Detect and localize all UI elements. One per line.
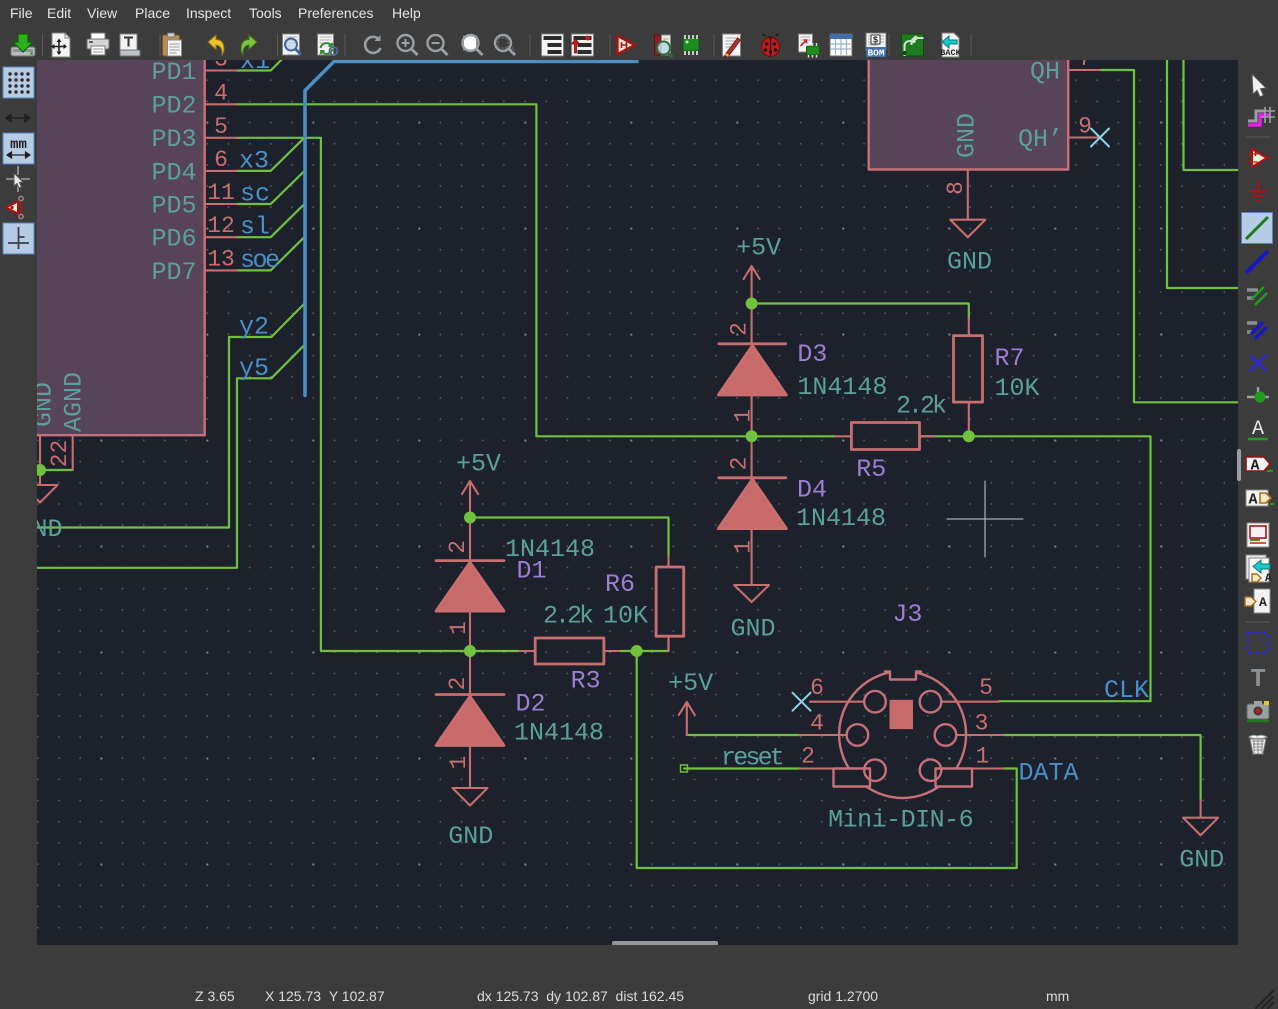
svg-text:6: 6 (214, 147, 228, 173)
svg-text:CLK: CLK (1104, 676, 1149, 705)
svg-text:BOM: BOM (867, 48, 884, 59)
svg-text:3: 3 (975, 711, 989, 737)
svg-text:A: A (1259, 595, 1267, 610)
svg-text:soe: soe (240, 246, 279, 275)
svg-text:5: 5 (979, 675, 993, 701)
svg-text:QH’: QH’ (1018, 125, 1063, 154)
svg-text:1: 1 (731, 409, 757, 423)
svg-text:GND: GND (730, 615, 775, 644)
svg-text:PD6: PD6 (151, 225, 196, 254)
svg-text:D3: D3 (797, 340, 827, 369)
svg-text:1N4148: 1N4148 (796, 504, 886, 533)
svg-text:x3: x3 (239, 146, 269, 175)
svg-text:J3: J3 (892, 600, 922, 629)
svg-text:PD3: PD3 (151, 125, 196, 154)
svg-text:10K: 10K (603, 602, 648, 631)
svg-text:D4: D4 (797, 476, 827, 505)
svg-text:22: 22 (47, 440, 73, 468)
svg-text:mm: mm (10, 137, 27, 153)
svg-text:BACK: BACK (940, 48, 961, 58)
svg-text:13: 13 (207, 246, 235, 272)
svg-text:A: A (1250, 458, 1259, 475)
svg-text:+5V: +5V (456, 450, 501, 479)
svg-text:QH: QH (1030, 60, 1060, 87)
svg-text:1N4148: 1N4148 (514, 719, 604, 748)
svg-text:1: 1 (446, 756, 472, 770)
svg-text:3: 3 (214, 60, 228, 73)
svg-text:D1: D1 (517, 557, 547, 586)
svg-text:2: 2 (445, 540, 471, 554)
svg-text:8: 8 (943, 181, 969, 195)
svg-text:PD2: PD2 (151, 92, 196, 121)
svg-text:R3: R3 (571, 667, 601, 696)
svg-text:PD7: PD7 (151, 258, 196, 287)
svg-text:1: 1 (731, 540, 757, 554)
svg-text:PD4: PD4 (151, 159, 196, 188)
svg-text:DATA: DATA (1019, 759, 1079, 788)
svg-text:+5V: +5V (668, 669, 713, 698)
svg-text:GND: GND (37, 515, 63, 544)
svg-text:reset: reset (721, 744, 783, 773)
svg-text:x1: x1 (240, 60, 270, 76)
svg-text:A: A (1248, 492, 1257, 509)
svg-text:4: 4 (810, 711, 824, 737)
svg-text:PD1: PD1 (151, 60, 196, 87)
svg-text:2: 2 (727, 457, 753, 471)
svg-text:GND: GND (1179, 846, 1224, 875)
svg-text:2.2k: 2.2k (896, 392, 946, 421)
svg-text:12: 12 (207, 213, 235, 239)
svg-text:R5: R5 (856, 455, 886, 484)
svg-text:sc: sc (240, 180, 270, 209)
svg-text:PD5: PD5 (151, 192, 196, 221)
svg-text:A: A (1265, 573, 1272, 585)
svg-text:y5: y5 (239, 354, 269, 383)
svg-text:11: 11 (207, 180, 235, 206)
svg-text:4: 4 (214, 80, 228, 106)
svg-text:R6: R6 (605, 570, 635, 599)
svg-text:1N4148: 1N4148 (797, 373, 887, 402)
svg-text:7: 7 (1078, 60, 1092, 72)
svg-text:$: $ (873, 36, 879, 46)
svg-text:GND: GND (953, 113, 982, 158)
svg-text:Mini-DIN-6: Mini-DIN-6 (828, 806, 973, 835)
svg-text:sl: sl (240, 213, 270, 242)
svg-text:10K: 10K (995, 374, 1040, 403)
svg-text:2: 2 (445, 677, 471, 691)
svg-text:GND: GND (947, 248, 992, 277)
svg-text:A: A (1252, 418, 1264, 441)
svg-text:5: 5 (214, 114, 228, 140)
svg-text:2.2k: 2.2k (543, 602, 593, 631)
svg-text:D2: D2 (516, 690, 546, 719)
svg-text:GND: GND (37, 382, 59, 427)
svg-text:2: 2 (727, 322, 753, 336)
svg-text:AGND: AGND (60, 372, 89, 432)
svg-text:1: 1 (446, 621, 472, 635)
svg-text:y2: y2 (239, 313, 269, 342)
svg-text:R7: R7 (995, 344, 1025, 373)
svg-text:1: 1 (975, 744, 989, 770)
svg-text:2: 2 (801, 744, 815, 770)
svg-text:9: 9 (1078, 114, 1092, 140)
svg-text:+5V: +5V (736, 234, 781, 263)
svg-text:GND: GND (448, 822, 493, 851)
svg-text:6: 6 (810, 675, 824, 701)
svg-text:T: T (1250, 664, 1266, 694)
